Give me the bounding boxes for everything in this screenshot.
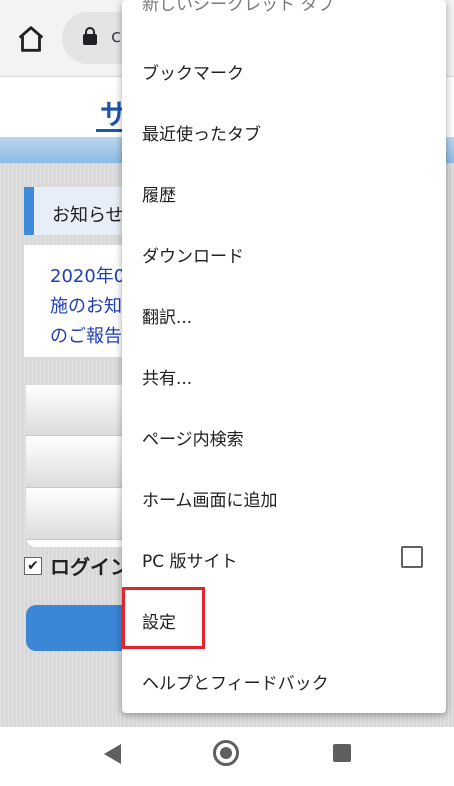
menu-item-label: 翻訳... [142,308,193,328]
menu-item-label: 新しいシークレット タブ [142,0,335,15]
menu-item-label: ページ内検索 [142,430,244,450]
menu-item-label: ダウンロード [142,247,244,267]
notice-link-line[interactable]: 2020年0 [50,262,125,288]
menu-item-bookmarks[interactable]: ブックマーク [122,40,446,101]
menu-item-add-to-home[interactable]: ホーム画面に追加 [122,467,446,528]
notice-title: お知らせ [52,205,124,226]
menu-item-label: PC 版サイト [142,552,238,572]
menu-item-translate[interactable]: 翻訳... [122,284,446,345]
nav-home-icon[interactable] [213,740,239,766]
menu-item-label: 共有... [142,369,193,389]
notice-accent-bar [24,187,34,235]
menu-item-help-feedback[interactable]: ヘルプとフィードバック [122,650,446,711]
notice-link-line[interactable]: のご報告 [50,322,122,348]
menu-item-label: ホーム画面に追加 [142,491,278,511]
menu-item-downloads[interactable]: ダウンロード [122,223,446,284]
menu-item-label: 履歴 [142,186,176,206]
menu-item-settings[interactable]: 設定 [122,589,446,650]
login-label: ログイン [50,555,130,579]
menu-item-history[interactable]: 履歴 [122,162,446,223]
menu-item-label: 最近使ったタブ [142,125,261,145]
recents-icon[interactable] [333,744,351,762]
url-text[interactable]: c [111,26,121,47]
overflow-menu: 新しいシークレット タブ ブックマーク 最近使ったタブ 履歴 ダウンロード 翻訳… [122,0,446,713]
menu-item-label: 設定 [142,613,176,633]
desktop-site-checkbox[interactable] [401,546,423,568]
lock-icon [83,27,97,45]
home-icon[interactable] [14,22,48,56]
menu-item-label: ブックマーク [142,64,244,84]
menu-item-desktop-site[interactable]: PC 版サイト [122,528,446,589]
menu-item-label: ヘルプとフィードバック [142,674,329,694]
menu-item-share[interactable]: 共有... [122,345,446,406]
back-icon[interactable] [104,744,121,764]
notice-link-line[interactable]: 施のお知 [50,292,122,318]
menu-item-find-in-page[interactable]: ページ内検索 [122,406,446,467]
login-checkbox[interactable]: ✔ [24,557,42,575]
system-nav-bar [0,727,454,786]
menu-item-recent-tabs[interactable]: 最近使ったタブ [122,101,446,162]
